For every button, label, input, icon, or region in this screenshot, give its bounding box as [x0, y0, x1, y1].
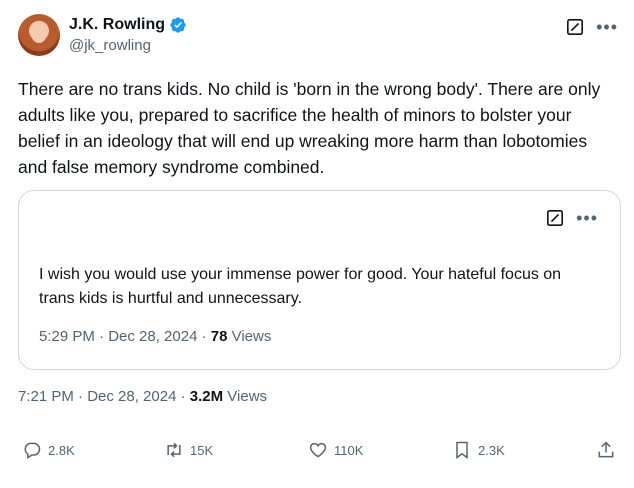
author-display-name[interactable]: J.K. Rowling [69, 16, 165, 34]
reply-icon [24, 442, 41, 459]
like-count: 110K [334, 442, 364, 458]
retweet-button[interactable]: 15K [164, 440, 213, 460]
author-handle[interactable]: @jk_rowling [69, 37, 187, 54]
retweet-icon [167, 442, 181, 458]
like-button[interactable]: 110K [308, 440, 363, 460]
more-icon[interactable]: ••• [596, 18, 618, 36]
quote-text: I wish you would use your immense power … [39, 266, 562, 307]
verified-badge-icon [170, 17, 186, 33]
tweet-views-count: 3.2M [189, 388, 224, 405]
share-icon [598, 441, 614, 458]
tweet-views-label: Views [223, 388, 268, 405]
heart-icon [309, 442, 327, 458]
quote-views-count: 78 [210, 328, 228, 345]
retweet-count: 15K [190, 442, 214, 458]
share-button[interactable] [596, 440, 616, 460]
tweet-timestamp[interactable]: 7:21 PM · Dec 28, 2024 · [18, 388, 190, 405]
tweet-header: J.K. Rowling @jk_rowling ••• [18, 14, 618, 62]
quote-meta: 5:29 PM · Dec 28, 2024 · 78 Views [39, 328, 271, 345]
bookmark-button[interactable]: 2.3K [452, 440, 505, 460]
bookmark-icon [456, 441, 468, 459]
avatar[interactable] [18, 14, 60, 56]
quote-timestamp[interactable]: 5:29 PM · Dec 28, 2024 · [39, 328, 211, 345]
tweet-meta: 7:21 PM · Dec 28, 2024 · 3.2M Views [18, 388, 267, 405]
author-block: J.K. Rowling @jk_rowling [69, 16, 187, 54]
tweet-text: There are no trans kids. No child is 'bo… [18, 79, 601, 177]
quote-more-icon[interactable]: ••• [576, 209, 598, 227]
quote-grok-icon[interactable] [546, 209, 564, 227]
bookmark-count: 2.3K [478, 442, 505, 458]
quote-views-label: Views [227, 328, 272, 345]
reply-button[interactable]: 2.8K [22, 440, 75, 460]
action-bar: 2.8K 15K 110K 2.3K [18, 440, 618, 464]
grok-icon[interactable] [566, 18, 584, 36]
reply-count: 2.8K [48, 442, 75, 458]
quoted-tweet[interactable]: ••• I wish you would use your immense po… [18, 190, 621, 370]
